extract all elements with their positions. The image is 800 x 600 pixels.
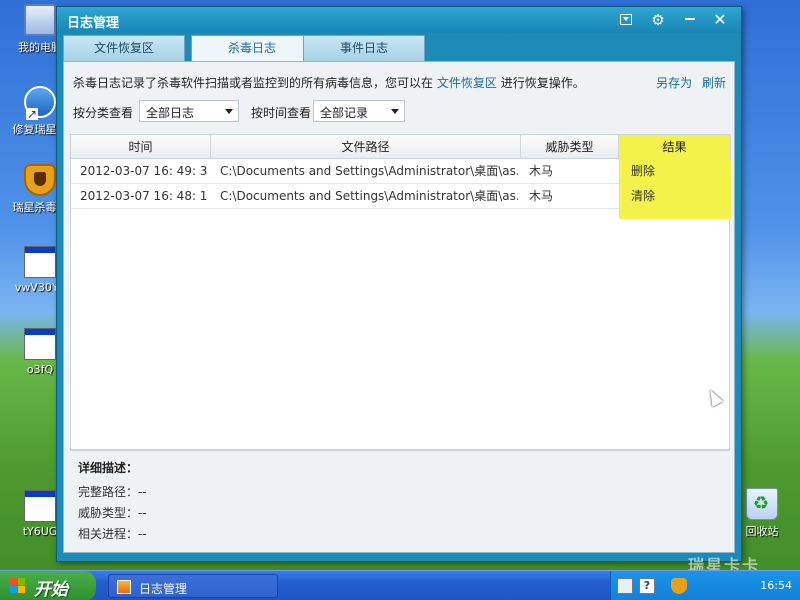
category-filter-label: 按分类查看 — [73, 106, 134, 120]
top-actions: 另存为 刷新 — [650, 74, 726, 91]
details-full-path: 完整路径：-- — [78, 485, 147, 499]
time-filter-select[interactable]: 全部记录 — [313, 100, 405, 122]
minimize-icon — [685, 18, 695, 20]
log-table: 时间 文件路径 威胁类型 结果 2012-03-07 16: 49: 35 C:… — [70, 134, 731, 450]
column-header-path[interactable]: 文件路径 — [211, 135, 521, 159]
help-icon[interactable]: ? — [639, 578, 655, 594]
menu-button[interactable] — [617, 11, 635, 29]
start-button[interactable]: 开始 — [0, 571, 96, 600]
refresh-link[interactable]: 刷新 — [702, 76, 726, 90]
category-filter-select[interactable]: 全部日志 — [139, 100, 239, 122]
details-related-process: 相关进程：-- — [78, 527, 147, 541]
tab-event-log[interactable]: 事件日志 — [303, 35, 425, 61]
cell-time: 2012-03-07 16: 48: 14 — [80, 189, 208, 203]
window-title: 日志管理 — [67, 16, 120, 31]
column-header-threat[interactable]: 威胁类型 — [521, 135, 619, 159]
taskbar: 开始 日志管理 ? 16:54 — [0, 570, 800, 600]
info-text-after: 进行恢复操作。 — [500, 76, 585, 90]
app-icon — [117, 580, 131, 594]
cell-time: 2012-03-07 16: 49: 35 — [80, 164, 208, 178]
window-icon — [24, 246, 56, 278]
menu-icon — [620, 14, 632, 25]
save-as-link[interactable]: 另存为 — [656, 76, 692, 90]
gear-icon: ⚙ — [651, 11, 665, 29]
cell-path: C:\Documents and Settings\Administrator\… — [220, 164, 518, 178]
details-panel: 详细描述： 完整路径：-- 威胁类型：-- 相关进程：-- — [70, 450, 730, 548]
windows-logo-icon — [10, 578, 26, 594]
column-header-time[interactable]: 时间 — [71, 135, 211, 159]
log-manager-window: 日志管理 ⚙ ✕ 文件恢复区 杀毒日志 事件日志 杀毒日志记录了杀毒软件扫描或者… — [56, 6, 742, 562]
start-label: 开始 — [34, 580, 68, 600]
close-button[interactable]: ✕ — [711, 11, 729, 29]
antivirus-tray-icon[interactable] — [671, 578, 687, 594]
taskbar-item-log-manager[interactable]: 日志管理 — [108, 574, 278, 598]
taskbar-item-label: 日志管理 — [139, 582, 188, 596]
window-icon — [24, 328, 56, 360]
table-row[interactable]: 2012-03-07 16: 48: 14 C:\Documents and S… — [71, 184, 731, 209]
chevron-down-icon — [391, 109, 399, 114]
table-header: 时间 文件路径 威胁类型 结果 — [71, 135, 731, 159]
cell-threat: 木马 — [529, 189, 554, 203]
result-highlight — [619, 209, 731, 219]
title-bar[interactable]: 日志管理 ⚙ ✕ — [57, 7, 741, 33]
category-filter-value: 全部日志 — [146, 106, 195, 120]
chevron-down-icon — [225, 109, 233, 114]
table-row[interactable]: 2012-03-07 16: 49: 35 C:\Documents and S… — [71, 159, 731, 184]
settings-button[interactable]: ⚙ — [649, 11, 667, 29]
shortcut-icon — [24, 86, 56, 120]
shield-icon — [24, 164, 56, 196]
tab-file-recovery[interactable]: 文件恢复区 — [63, 35, 185, 61]
file-recovery-link[interactable]: 文件恢复区 — [437, 76, 497, 90]
details-threat-type: 威胁类型：-- — [78, 506, 147, 520]
time-filter-value: 全部记录 — [320, 106, 369, 120]
time-filter-label: 按时间查看 — [251, 106, 312, 120]
window-icon — [24, 490, 56, 522]
cell-result: 清除 — [619, 184, 731, 209]
cell-path: C:\Documents and Settings\Administrator\… — [220, 189, 518, 203]
recycle-bin-icon — [746, 488, 778, 520]
cell-result: 删除 — [619, 159, 731, 184]
minimize-button[interactable] — [681, 11, 699, 29]
cell-threat: 木马 — [529, 164, 554, 178]
info-text-before: 杀毒日志记录了杀毒软件扫描或者监控到的所有病毒信息，您可以在 — [73, 76, 434, 90]
tab-antivirus-log[interactable]: 杀毒日志 — [191, 35, 313, 62]
keyboard-icon[interactable] — [617, 578, 633, 594]
computer-icon — [24, 4, 56, 36]
clock: 16:54 — [760, 579, 792, 592]
column-header-result[interactable]: 结果 — [619, 135, 731, 159]
tab-content: 杀毒日志记录了杀毒软件扫描或者监控到的所有病毒信息，您可以在 文件恢复区 进行恢… — [63, 61, 735, 553]
details-title: 详细描述： — [78, 461, 139, 475]
info-text: 杀毒日志记录了杀毒软件扫描或者监控到的所有病毒信息，您可以在 文件恢复区 进行恢… — [73, 74, 585, 91]
close-icon: ✕ — [713, 10, 727, 29]
system-tray: ? 16:54 — [610, 571, 800, 600]
